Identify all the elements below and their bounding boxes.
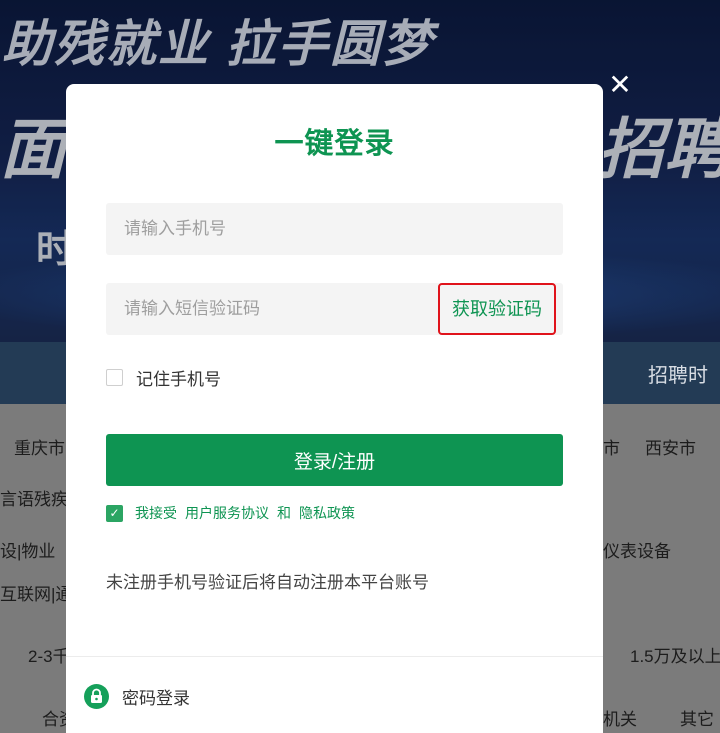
filter-city-partial[interactable]: 市 <box>603 434 620 459</box>
password-login-link[interactable]: 密码登录 <box>84 683 190 709</box>
filter-city-chongqing[interactable]: 重庆市 <box>14 434 65 459</box>
remember-phone-label: 记住手机号 <box>136 369 221 389</box>
login-register-button[interactable]: 登录/注册 <box>106 434 563 486</box>
remember-phone-checkbox[interactable]: 记住手机号 <box>106 366 221 389</box>
filter-company-agency[interactable]: 机关 <box>603 705 637 730</box>
filter-disability-type[interactable]: 言语残疾 <box>0 485 68 510</box>
agree-checkbox-checked-icon[interactable]: ✓ <box>106 504 123 522</box>
nav-item-recruit-time[interactable]: 招聘时 <box>648 359 708 388</box>
filter-industry-internet[interactable]: 互联网|通 <box>0 580 72 605</box>
password-login-label: 密码登录 <box>122 688 190 708</box>
user-agreement-link[interactable]: 用户服务协议 <box>185 503 269 523</box>
filter-salary-low[interactable]: 2-3千 <box>28 642 70 667</box>
filter-industry-property[interactable]: 设|物业 <box>0 537 55 562</box>
close-icon[interactable]: ✕ <box>605 70 635 100</box>
filter-industry-instruments[interactable]: 仪表设备 <box>603 537 671 562</box>
filter-company-other[interactable]: 其它 <box>680 705 714 730</box>
divider <box>66 656 603 657</box>
agreement-row: ✓ 我接受 用户服务协议 和 隐私政策 <box>106 503 355 523</box>
agree-and: 和 <box>277 505 291 521</box>
lock-icon <box>84 683 109 709</box>
privacy-policy-link[interactable]: 隐私政策 <box>299 503 355 523</box>
login-modal: 一键登录 获取验证码 记住手机号 登录/注册 ✓ 我接受 用户服务协议 和 隐私… <box>66 84 603 733</box>
sms-code-row: 获取验证码 <box>106 283 563 335</box>
get-code-button[interactable]: 获取验证码 <box>438 283 556 335</box>
agree-prefix: 我接受 <box>135 505 177 521</box>
auto-register-notice: 未注册手机号验证后将自动注册本平台账号 <box>106 573 429 592</box>
filter-salary-high[interactable]: 1.5万及以上 <box>630 642 720 667</box>
filter-city-xian[interactable]: 西安市 <box>645 434 696 459</box>
modal-title: 一键登录 <box>274 128 395 160</box>
phone-input[interactable] <box>106 203 563 255</box>
checkbox-box[interactable] <box>106 368 123 386</box>
